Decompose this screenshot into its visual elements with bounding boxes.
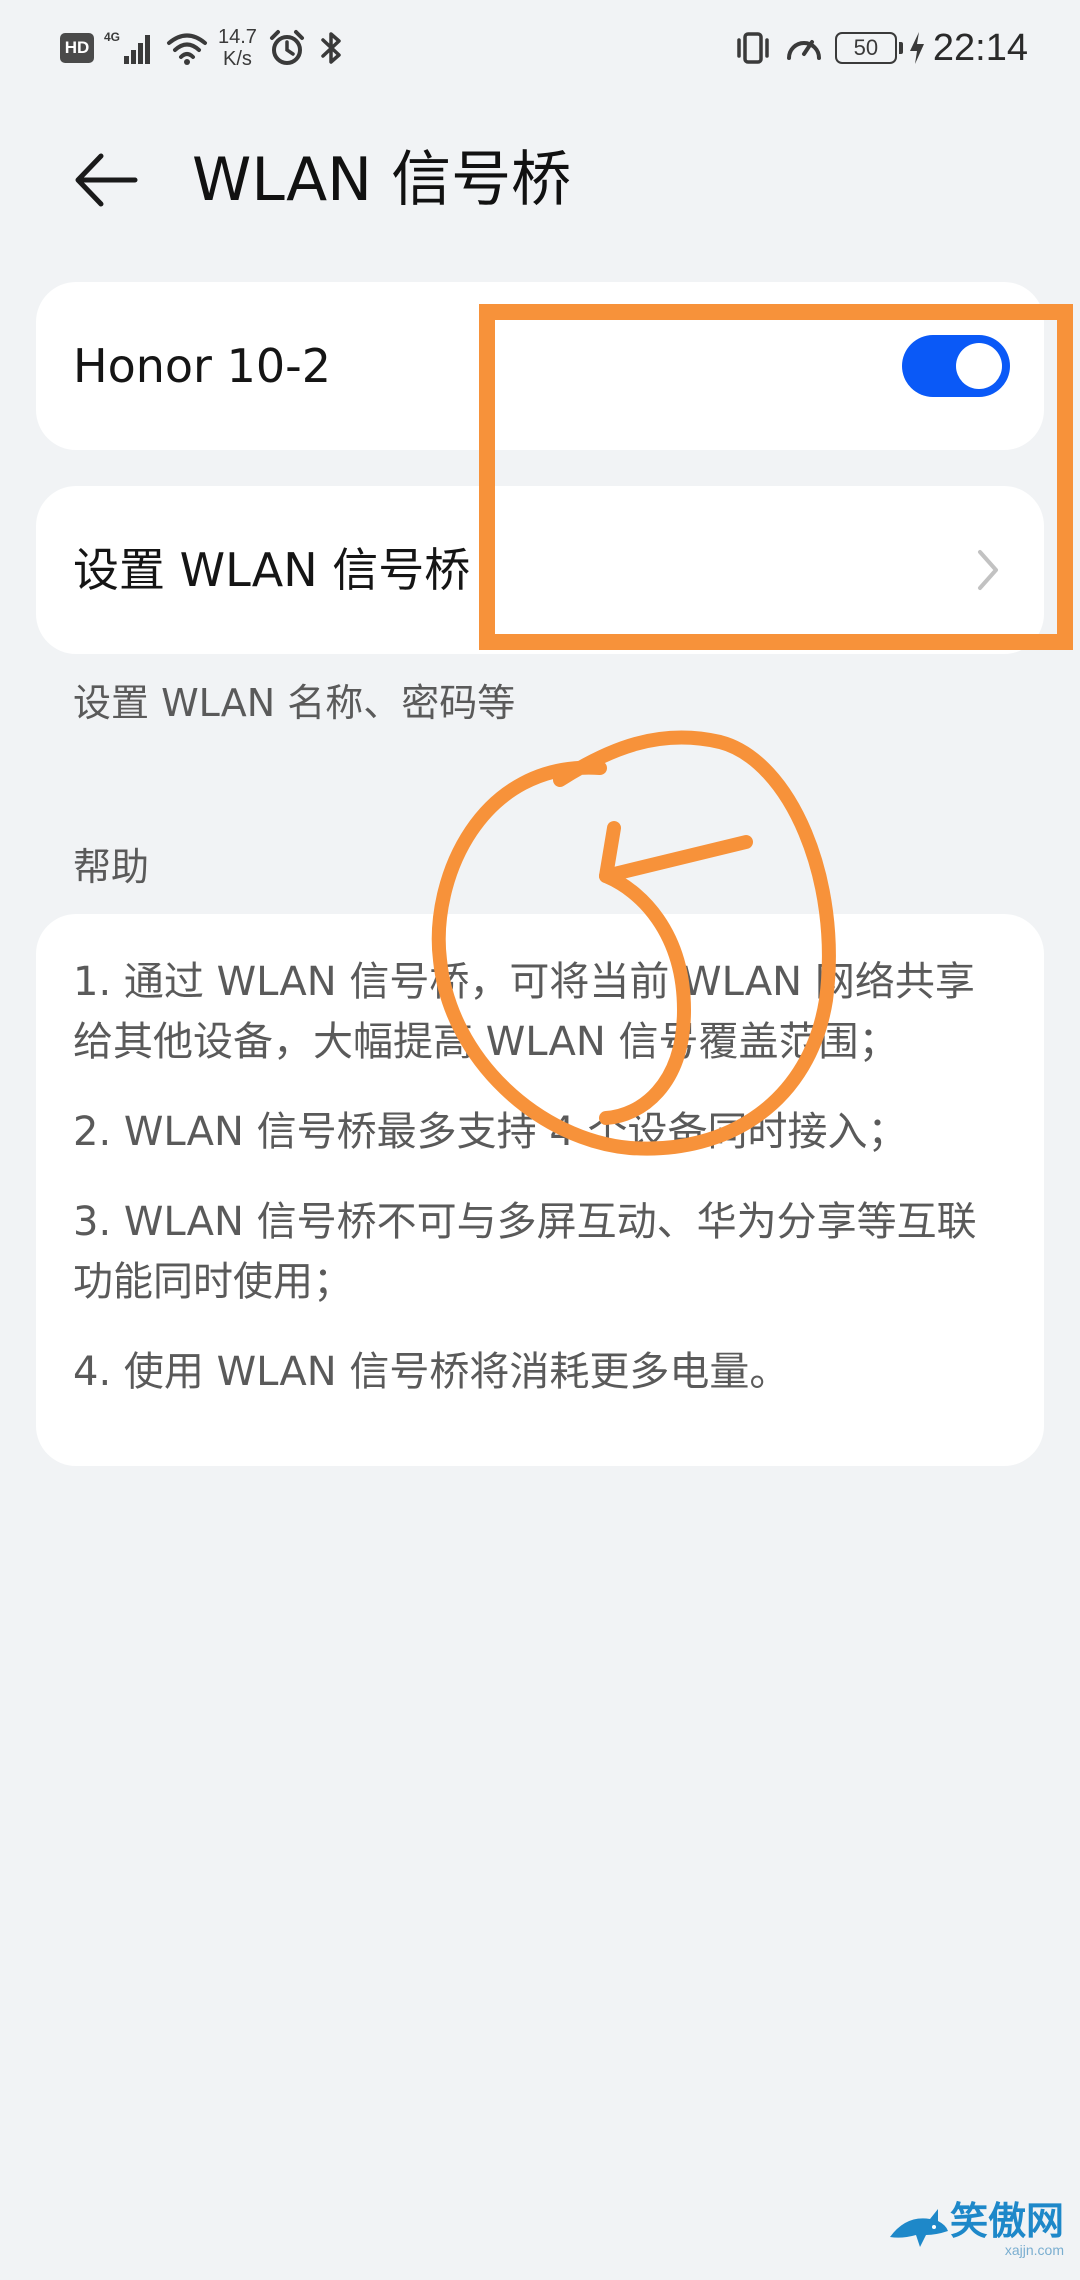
signal-4g-icon: 4G xyxy=(104,28,156,68)
bluetooth-icon xyxy=(317,28,347,68)
page-title: WLAN 信号桥 xyxy=(192,145,572,215)
wlan-bridge-switch[interactable] xyxy=(902,335,1010,397)
help-item-4: 4. 使用 WLAN 信号桥将消耗更多电量。 xyxy=(73,1349,790,1395)
status-bar-left: HD 4G 14.7 K/s xyxy=(60,18,347,78)
network-type-label: 4G xyxy=(104,30,120,44)
vibrate-icon xyxy=(733,28,773,68)
device-toggle-card[interactable]: Honor 10-2 xyxy=(36,282,1044,450)
setup-wlan-bridge-item[interactable]: 设置 WLAN 信号桥 xyxy=(36,486,1044,654)
speedometer-icon xyxy=(783,28,825,68)
charging-bolt-icon xyxy=(907,28,927,68)
help-item-2: 2. WLAN 信号桥最多支持 4 个设备同时接入； xyxy=(73,1109,908,1155)
back-arrow-icon xyxy=(75,153,138,207)
switch-knob xyxy=(956,343,1002,389)
speed-unit: K/s xyxy=(223,48,252,70)
speed-value: 14.7 xyxy=(218,26,257,48)
chevron-right-icon xyxy=(966,548,1010,592)
battery-tip xyxy=(898,42,903,54)
app-header: WLAN 信号桥 xyxy=(0,120,1080,240)
device-name: Honor 10-2 xyxy=(73,339,331,393)
help-card: 1. 通过 WLAN 信号桥，可将当前 WLAN 网络共享给其他设备，大幅提高 … xyxy=(36,914,1044,1466)
alarm-icon xyxy=(267,28,307,68)
setup-wlan-bridge-label: 设置 WLAN 信号桥 xyxy=(73,543,471,597)
watermark-url: xajjn.com xyxy=(1004,2242,1064,2258)
back-button[interactable] xyxy=(66,140,146,220)
battery-level: 50 xyxy=(834,32,897,64)
status-bar-right: 50 22:14 xyxy=(723,18,1028,78)
watermark: 笑傲网 xajjn.com xyxy=(886,2200,1064,2258)
battery-icon: 50 xyxy=(834,32,903,64)
shark-logo-icon xyxy=(889,2209,948,2247)
clock: 22:14 xyxy=(932,26,1028,69)
status-bar: HD 4G 14.7 K/s 50 22:14 xyxy=(0,0,1080,100)
help-item-1: 1. 通过 WLAN 信号桥，可将当前 WLAN 网络共享给其他设备，大幅提高 … xyxy=(73,959,975,1065)
network-speed: 14.7 K/s xyxy=(218,26,257,70)
help-item-3: 3. WLAN 信号桥不可与多屏互动、华为分享等互联功能同时使用； xyxy=(73,1199,977,1305)
hd-icon: HD xyxy=(60,33,94,63)
wifi-icon xyxy=(166,28,208,68)
help-section-title: 帮助 xyxy=(73,845,150,889)
setup-subtext: 设置 WLAN 名称、密码等 xyxy=(73,681,516,725)
watermark-text: 笑傲网 xyxy=(949,2199,1064,2243)
